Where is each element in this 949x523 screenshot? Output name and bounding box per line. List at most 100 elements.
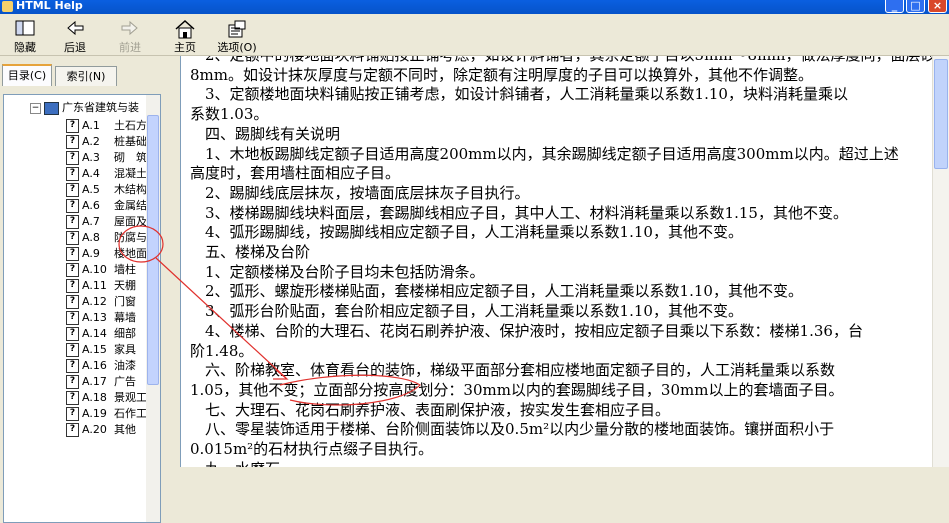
topic-content: 2、定额中的楼地面块料铺贴按正铺考虑，如设计斜铺者，其余定额子目以5mm～8mm… bbox=[180, 56, 949, 467]
tree-item[interactable]: ? A.8 防腐与 bbox=[66, 229, 147, 245]
content-scrollbar-thumb[interactable] bbox=[934, 59, 948, 169]
help-page-icon: ? bbox=[66, 407, 79, 421]
tree-item[interactable]: ? A.10 墙柱 bbox=[66, 261, 136, 277]
tree-item-label: 细部 bbox=[114, 327, 136, 340]
maximize-button[interactable]: □ bbox=[906, 0, 925, 13]
title-bar: HTML Help _ □ × bbox=[0, 0, 949, 14]
toolbar: 隐藏 后退 前进 主页 选项(O) bbox=[0, 14, 949, 56]
tree-item[interactable]: ? A.13 幕墙 bbox=[66, 309, 136, 325]
help-page-icon: ? bbox=[66, 311, 79, 325]
content-scrollbar[interactable] bbox=[932, 56, 949, 467]
tree-item[interactable]: ? A.3 砌 筑 bbox=[66, 149, 147, 165]
help-page-icon: ? bbox=[66, 359, 79, 373]
tree-item[interactable]: ? A.12 门窗 bbox=[66, 293, 136, 309]
help-page-icon: ? bbox=[66, 295, 79, 309]
text-line: 八、零星装饰适用于楼梯、台阶侧面装饰以及0.5m²以内少量分散的楼地面装饰。镶拼… bbox=[190, 420, 835, 439]
text-line: 五、楼梯及台阶 bbox=[190, 243, 311, 261]
minimize-button[interactable]: _ bbox=[885, 0, 904, 13]
navigation-pane: 目录(C) 索引(N) − 广东省建筑与装 ? A.1 土石方? A.2 桩基础? A.3 砌… bbox=[0, 56, 162, 523]
tree-item-number: A.4 bbox=[82, 167, 100, 180]
tree-item-number: A.9 bbox=[82, 247, 100, 260]
help-page-icon: ? bbox=[66, 391, 79, 405]
hide-button[interactable]: 隐藏 bbox=[0, 17, 50, 55]
tree-item[interactable]: ? A.7 屋面及 bbox=[66, 213, 147, 229]
help-page-icon: ? bbox=[66, 167, 79, 181]
text-line: 2、踢脚线底层抹灰，按墙面底层抹灰子目执行。 bbox=[190, 183, 530, 202]
text-line: 1、定额楼梯及台阶子目均未包括防滑条。 bbox=[190, 262, 485, 281]
tree-item-label: 景观工 bbox=[114, 391, 147, 404]
tree-item-number: A.7 bbox=[82, 215, 100, 228]
tree-item-number: A.16 bbox=[82, 359, 107, 372]
text-line: 七、大理石、花岗石刷养护液、表面刷保护液，按实发生套相应子目。 bbox=[190, 400, 671, 419]
help-page-icon: ? bbox=[66, 375, 79, 389]
help-page-icon: ? bbox=[66, 215, 79, 229]
tree-item-number: A.15 bbox=[82, 343, 107, 356]
tree-scrollbar[interactable] bbox=[146, 95, 160, 522]
text-line: 4、楼梯、台阶的大理石、花岗石刷养护液、保护液时，按相应定额子目乘以下系数：楼梯… bbox=[190, 321, 863, 340]
pane-splitter[interactable] bbox=[162, 56, 180, 467]
tree-item-number: A.18 bbox=[82, 391, 107, 404]
tree-item-number: A.5 bbox=[82, 183, 100, 196]
back-button[interactable]: 后退 bbox=[50, 17, 100, 55]
tree-item[interactable]: ? A.18 景观工 bbox=[66, 389, 147, 405]
options-button[interactable]: 选项(O) bbox=[212, 17, 262, 55]
tree-item-number: A.14 bbox=[82, 327, 107, 340]
tree-root[interactable]: − 广东省建筑与装 bbox=[30, 99, 139, 115]
tree-item[interactable]: ? A.15 家具 bbox=[66, 341, 136, 357]
help-page-icon: ? bbox=[66, 199, 79, 213]
options-icon bbox=[212, 17, 262, 39]
tree-item-label: 门窗 bbox=[114, 295, 136, 308]
text-line: 2、弧形、螺旋形楼梯贴面，套楼梯相应定额子目，人工消耗量乘以系数1.10，其他不… bbox=[190, 282, 803, 301]
app-icon bbox=[2, 1, 13, 12]
close-button[interactable]: × bbox=[928, 0, 947, 13]
collapse-icon[interactable]: − bbox=[30, 102, 41, 114]
tree-item[interactable]: ? A.1 土石方 bbox=[66, 117, 147, 133]
tree-item[interactable]: ? A.5 木结构 bbox=[66, 181, 147, 197]
tree-item-number: A.11 bbox=[82, 279, 107, 292]
text-line: 1.05，其他不变；立面部分按高度划分：30mm以内的套踢脚线子目，30mm以上… bbox=[190, 380, 844, 399]
tree-item-number: A.12 bbox=[82, 295, 107, 308]
text-line: 3、楼梯踢脚线块料面层，套踢脚线相应子目，其中人工、材料消耗量乘以系数1.15，… bbox=[190, 203, 848, 222]
window-title: HTML Help bbox=[16, 0, 83, 12]
tree-item-label: 金属结 bbox=[114, 199, 147, 212]
tree-item-number: A.20 bbox=[82, 423, 107, 436]
tree-item[interactable]: ? A.4 混凝土 bbox=[66, 165, 147, 181]
tree-item-number: A.17 bbox=[82, 375, 107, 388]
help-page-icon: ? bbox=[66, 231, 79, 245]
tree-item-number: A.10 bbox=[82, 263, 107, 276]
tree-item-label: 墙柱 bbox=[114, 263, 136, 276]
tree-item-number: A.2 bbox=[82, 135, 100, 148]
text-line: 0.015m²的石材执行点缀子目执行。 bbox=[190, 440, 434, 458]
tab-contents[interactable]: 目录(C) bbox=[2, 64, 52, 86]
text-line: 4、弧形踢脚线，按踢脚线相应定额子目，人工消耗量乘以系数1.10，其他不变。 bbox=[190, 223, 743, 242]
text-line: 九、水磨石 bbox=[190, 458, 280, 467]
text-line: 3、弧形台阶贴面，套台阶相应定额子目，人工消耗量乘以系数1.10，其他不变。 bbox=[190, 302, 743, 321]
tree-item[interactable]: ? A.9 楼地面 bbox=[66, 245, 147, 261]
tree-item[interactable]: ? A.17 广告 bbox=[66, 373, 136, 389]
tab-index[interactable]: 索引(N) bbox=[55, 66, 117, 86]
tree-item[interactable]: ? A.6 金属结 bbox=[66, 197, 147, 213]
tree-item[interactable]: ? A.11 天棚 bbox=[66, 277, 136, 293]
help-page-icon: ? bbox=[66, 343, 79, 357]
tree-item-label: 砌 筑 bbox=[114, 151, 147, 164]
tree-item[interactable]: ? A.20 其他 bbox=[66, 421, 136, 437]
forward-button[interactable]: 前进 bbox=[105, 17, 155, 55]
book-icon bbox=[44, 101, 59, 115]
help-page-icon: ? bbox=[66, 151, 79, 165]
tree-item-label: 家具 bbox=[114, 343, 136, 356]
tree-item[interactable]: ? A.14 细部 bbox=[66, 325, 136, 341]
home-button[interactable]: 主页 bbox=[160, 17, 210, 55]
tree-item[interactable]: ? A.2 桩基础 bbox=[66, 133, 147, 149]
tree-scrollbar-thumb[interactable] bbox=[147, 115, 159, 385]
help-page-icon: ? bbox=[66, 135, 79, 149]
tree-item[interactable]: ? A.16 油漆 bbox=[66, 357, 136, 373]
tree-item-label: 其他 bbox=[114, 423, 136, 436]
hide-label: 隐藏 bbox=[14, 41, 36, 54]
forward-label: 前进 bbox=[119, 41, 141, 54]
tree-item-label: 广告 bbox=[114, 375, 136, 388]
tree-item[interactable]: ? A.19 石作工 bbox=[66, 405, 147, 421]
hide-icon bbox=[0, 17, 50, 39]
tree-item-number: A.13 bbox=[82, 311, 107, 324]
help-page-icon: ? bbox=[66, 247, 79, 261]
tree-item-label: 油漆 bbox=[114, 359, 136, 372]
